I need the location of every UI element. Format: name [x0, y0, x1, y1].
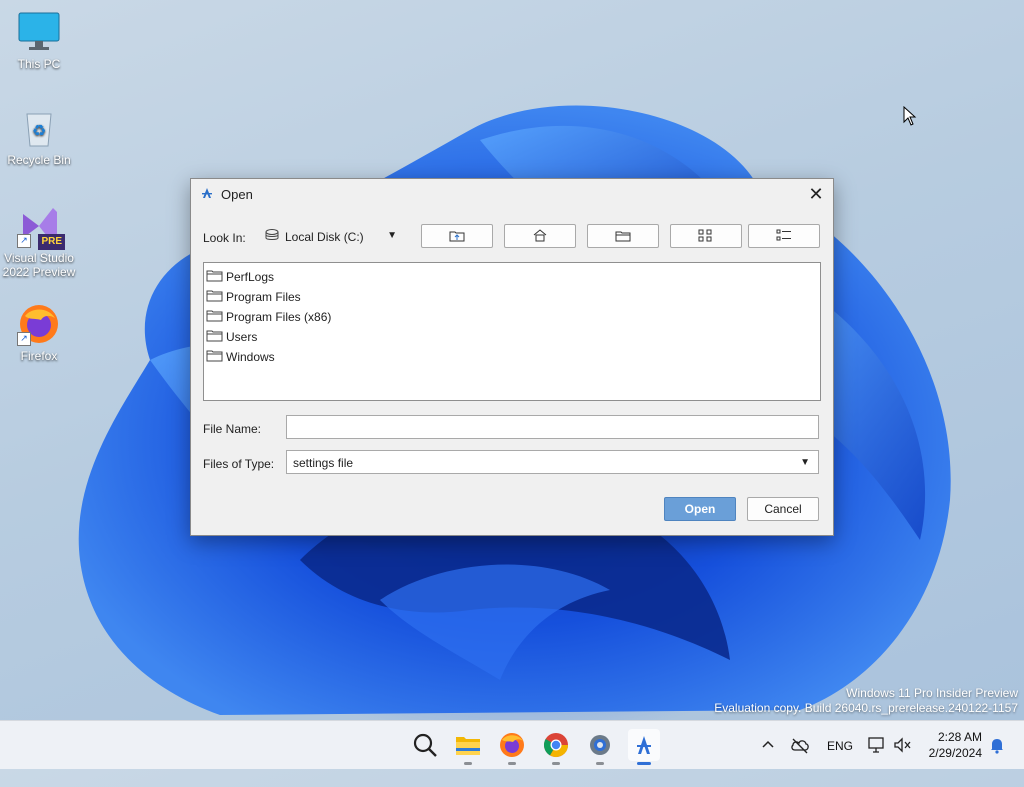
list-item[interactable]: PerfLogs [204, 266, 820, 286]
list-item[interactable]: Program Files (x86) [204, 306, 820, 326]
desktop-icon-firefox[interactable]: ↗ Firefox [1, 302, 77, 363]
running-indicator [596, 762, 604, 765]
cloud-offline-icon [791, 738, 809, 754]
desktop-icon-visual-studio[interactable]: PRE ↗ Visual Studio 2022 Preview [1, 204, 77, 279]
evaluation-watermark: Windows 11 Pro Insider Preview Evaluatio… [714, 686, 1018, 716]
folder-icon [206, 350, 223, 362]
display-status-button[interactable] [867, 736, 887, 754]
running-indicator [552, 762, 560, 765]
new-folder-button[interactable] [587, 224, 659, 248]
folder-icon [206, 290, 223, 302]
language-indicator[interactable]: ENG [827, 739, 853, 787]
firefox-icon: ↗ [17, 302, 61, 346]
desktop-icon-label: Recycle Bin [7, 153, 71, 167]
files-of-type-value: settings file [293, 456, 354, 470]
visual-studio-icon: PRE ↗ [17, 204, 65, 250]
taskbar-search-button[interactable] [409, 729, 441, 761]
running-indicator [508, 762, 516, 765]
folder-icon [206, 330, 223, 342]
monitor-icon [17, 10, 61, 54]
desktop-icon-label: Visual Studio 2022 Preview [2, 251, 76, 279]
search-icon [413, 733, 437, 757]
open-button[interactable]: Open [664, 497, 736, 521]
open-dialog: Open ✕ Look In: Local Disk (C:) ▼ PerfLo… [190, 178, 834, 536]
file-explorer-icon [456, 737, 480, 755]
list-item[interactable]: Windows [204, 346, 820, 366]
running-indicator [637, 762, 651, 765]
shortcut-arrow-icon: ↗ [17, 332, 31, 346]
show-hidden-icons-button[interactable] [760, 737, 776, 753]
chrome-icon [543, 733, 568, 758]
svg-text:♻: ♻ [32, 121, 46, 140]
desktop-icon-label: Firefox [20, 349, 58, 363]
file-list[interactable]: PerfLogs Program Files Program Files (x8… [203, 262, 821, 401]
list-item[interactable]: Program Files [204, 286, 820, 306]
notifications-button[interactable] [988, 736, 1006, 754]
clock-date: 2/29/2024 [928, 746, 982, 760]
firefox-icon [500, 733, 524, 757]
cancel-button[interactable]: Cancel [747, 497, 819, 521]
folder-name: Program Files (x86) [226, 310, 332, 324]
up-folder-icon [449, 231, 465, 242]
running-indicator [464, 762, 472, 765]
folder-icon [206, 310, 223, 322]
look-in-value: Local Disk (C:) [285, 230, 364, 244]
taskbar-file-explorer[interactable] [452, 729, 484, 765]
disk-drive-icon [265, 229, 279, 240]
desktop-icon-label: This PC [17, 57, 61, 71]
close-button[interactable]: ✕ [805, 183, 827, 205]
taskbar-clock[interactable]: 2:28 AM 2/29/2024 [929, 729, 982, 761]
home-icon [533, 229, 547, 242]
java-app-icon [637, 736, 651, 754]
folder-name: PerfLogs [226, 270, 275, 284]
chevron-down-icon: ▼ [387, 230, 397, 241]
list-view-button[interactable] [670, 224, 742, 248]
speaker-muted-icon [894, 737, 911, 753]
monitor-icon [868, 737, 884, 753]
taskbar: ENG 2:28 AM 2/29/2024 [0, 720, 1024, 769]
files-of-type-dropdown[interactable]: settings file ▼ [286, 450, 819, 474]
mouse-cursor-icon [903, 106, 917, 126]
folder-name: Program Files [226, 290, 301, 304]
dialog-titlebar[interactable]: Open ✕ [191, 179, 833, 209]
volume-button[interactable] [893, 736, 913, 754]
java-app-icon [201, 187, 213, 202]
look-in-dropdown[interactable]: Local Disk (C:) ▼ [259, 224, 403, 248]
desktop-icon-recycle-bin[interactable]: ♻ Recycle Bin [1, 106, 77, 167]
list-item[interactable]: Users [204, 326, 820, 346]
folder-name: Users [226, 330, 258, 344]
look-in-label: Look In: [203, 231, 246, 245]
file-name-input[interactable] [286, 415, 819, 439]
taskbar-chrome[interactable] [540, 729, 572, 765]
details-view-button[interactable] [748, 224, 820, 248]
taskbar-firefox[interactable] [496, 729, 528, 765]
taskbar-java-app[interactable] [628, 729, 660, 765]
new-folder-icon [615, 231, 631, 242]
preview-badge: PRE [38, 234, 65, 250]
network-status-button[interactable] [790, 736, 810, 754]
desktop-icon-this-pc[interactable]: This PC [1, 10, 77, 71]
bell-icon [991, 739, 1003, 754]
watermark-line-1: Windows 11 Pro Insider Preview [846, 686, 1018, 700]
folder-icon [206, 270, 223, 282]
taskbar-settings[interactable] [584, 729, 616, 765]
dialog-title: Open [221, 187, 253, 202]
folder-name: Windows [226, 350, 275, 364]
recycle-bin-icon: ♻ [17, 106, 61, 150]
settings-icon [590, 735, 610, 755]
details-view-icon [776, 229, 791, 241]
shortcut-arrow-icon: ↗ [17, 234, 31, 248]
list-view-icon [698, 229, 712, 242]
up-folder-button[interactable] [421, 224, 493, 248]
file-name-label: File Name: [203, 422, 262, 436]
home-button[interactable] [504, 224, 576, 248]
chevron-down-icon: ▼ [800, 457, 810, 468]
files-of-type-label: Files of Type: [203, 457, 275, 471]
watermark-line-2: Evaluation copy. Build 26040.rs_prerelea… [714, 701, 1018, 715]
chevron-up-icon [762, 740, 774, 748]
clock-time: 2:28 AM [937, 730, 982, 744]
